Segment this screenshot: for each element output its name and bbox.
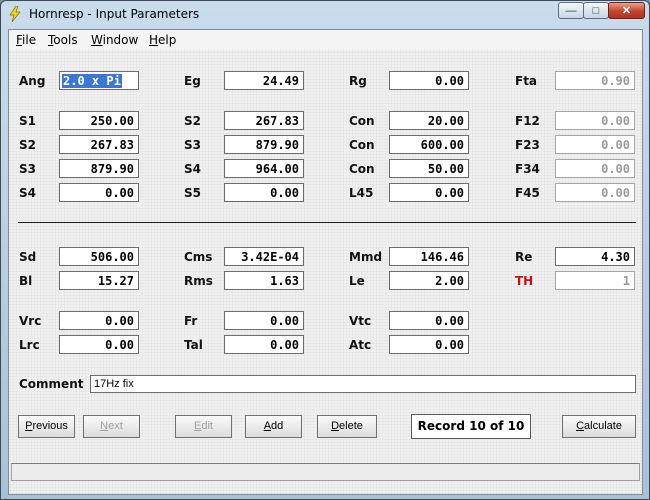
label-s3-b: S3 [19,162,36,176]
label-vrc: Vrc [19,314,42,328]
label-atc: Atc [349,338,372,352]
label-rg: Rg [349,74,367,88]
label-s4: S4 [184,162,201,176]
label-s4-b: S4 [19,186,36,200]
field-l45[interactable]: 0.00 [389,183,469,202]
label-s2: S2 [184,114,201,128]
label-s5: S5 [184,186,201,200]
label-tal: Tal [184,338,203,352]
field-con-2[interactable]: 600.00 [389,135,469,154]
edit-button[interactable]: Edit [175,415,232,438]
client-area: File Tools Window Help Ang 2.0 x Pi Eg 2… [8,29,643,495]
section-divider [18,222,636,223]
field-rms[interactable]: 1.63 [224,271,304,290]
field-f34[interactable]: 0.00 [555,159,635,178]
field-le[interactable]: 2.00 [389,271,469,290]
minimize-button[interactable]: — [558,2,584,19]
label-ang: Ang [19,74,46,88]
field-cms[interactable]: 3.42E-04 [224,247,304,266]
comment-input[interactable]: 17Hz fix [90,375,636,393]
field-eg[interactable]: 24.49 [224,71,304,90]
field-f45[interactable]: 0.00 [555,183,635,202]
label-con-2: Con [349,138,375,152]
field-s5[interactable]: 0.00 [224,183,304,202]
field-sd[interactable]: 506.00 [59,247,139,266]
label-vtc: Vtc [349,314,372,328]
field-s4[interactable]: 964.00 [224,159,304,178]
field-f12[interactable]: 0.00 [555,111,635,130]
label-le: Le [349,274,365,288]
menu-bar: File Tools Window Help [9,30,642,50]
label-f23: F23 [515,138,540,152]
maximize-icon: □ [592,4,600,17]
field-s3-b[interactable]: 879.90 [59,159,139,178]
field-s2[interactable]: 267.83 [224,111,304,130]
label-mmd: Mmd [349,250,383,264]
label-s2-b: S2 [19,138,36,152]
field-re[interactable]: 4.30 [555,247,635,266]
field-s1[interactable]: 250.00 [59,111,139,130]
field-bl[interactable]: 15.27 [59,271,139,290]
label-s3: S3 [184,138,201,152]
calculate-button[interactable]: Calculate [562,415,636,438]
delete-button[interactable]: Delete [317,415,377,438]
previous-button[interactable]: Previous [18,415,75,438]
label-fr: Fr [184,314,198,328]
window-title: Hornresp - Input Parameters [29,7,200,21]
label-f12: F12 [515,114,540,128]
field-lrc[interactable]: 0.00 [59,335,139,354]
label-re: Re [515,250,533,264]
label-l45: L45 [349,186,374,200]
label-fta: Fta [515,74,538,88]
label-con-1: Con [349,114,375,128]
field-ang[interactable]: 2.0 x Pi [59,71,139,90]
label-lrc: Lrc [19,338,40,352]
label-sd: Sd [19,250,37,264]
field-th[interactable]: 1 [555,271,635,290]
menu-file[interactable]: File [16,33,36,47]
label-f45: F45 [515,186,540,200]
status-bar [11,463,640,481]
label-comment: Comment [19,377,84,391]
label-con-3: Con [349,162,375,176]
record-indicator: Record 10 of 10 [411,414,531,439]
field-fta[interactable]: 0.90 [555,71,635,90]
app-window: Hornresp - Input Parameters — □ ✕ File T… [0,0,650,500]
field-con-3[interactable]: 50.00 [389,159,469,178]
minimize-icon: — [565,4,577,17]
field-tal[interactable]: 0.00 [224,335,304,354]
field-f23[interactable]: 0.00 [555,135,635,154]
label-f34: F34 [515,162,540,176]
field-s4-b[interactable]: 0.00 [59,183,139,202]
close-button[interactable]: ✕ [608,2,645,19]
field-vtc[interactable]: 0.00 [389,311,469,330]
label-th: TH [515,274,534,288]
field-fr[interactable]: 0.00 [224,311,304,330]
field-vrc[interactable]: 0.00 [59,311,139,330]
field-con-1[interactable]: 20.00 [389,111,469,130]
add-button[interactable]: Add [245,415,302,438]
menu-help[interactable]: Help [149,33,176,47]
label-bl: Bl [19,274,33,288]
field-s3[interactable]: 879.90 [224,135,304,154]
next-button[interactable]: Next [83,415,140,438]
close-icon: ✕ [621,5,632,17]
label-s1: S1 [19,114,36,128]
lightning-app-icon [9,6,21,22]
menu-window[interactable]: Window [91,33,138,47]
label-eg: Eg [184,74,201,88]
field-atc[interactable]: 0.00 [389,335,469,354]
field-mmd[interactable]: 146.46 [389,247,469,266]
field-s2-b[interactable]: 267.83 [59,135,139,154]
label-rms: Rms [184,274,213,288]
menu-tools[interactable]: Tools [48,33,78,47]
title-bar[interactable]: Hornresp - Input Parameters — □ ✕ [1,1,649,29]
label-cms: Cms [184,250,213,264]
maximize-button[interactable]: □ [583,2,609,19]
field-rg[interactable]: 0.00 [389,71,469,90]
